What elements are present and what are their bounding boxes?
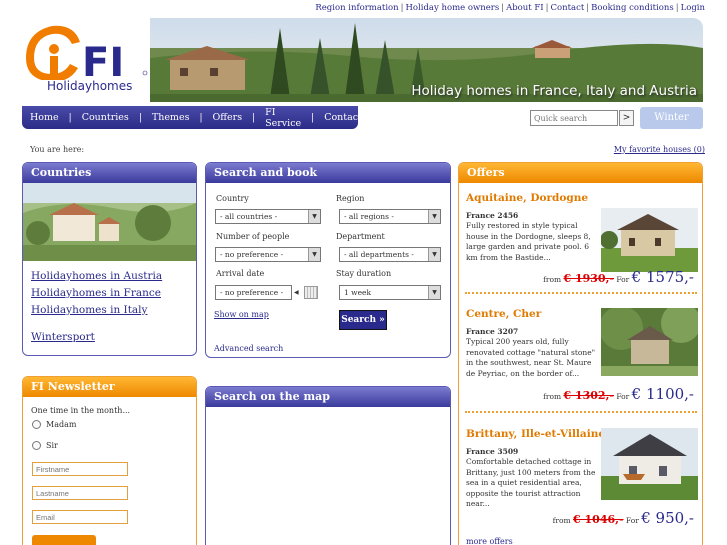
arrival-value: - no preference - [220, 288, 284, 297]
advanced-search-link[interactable]: Advanced search [214, 344, 283, 353]
nav-fi-service[interactable]: FI Service [265, 107, 301, 129]
arrival-date-field[interactable]: - no preference - [215, 285, 292, 300]
country-select[interactable]: - all countries - ▼ [215, 209, 321, 224]
offer-card[interactable]: Brittany, Ille-et-Villaine France 3509 C… [466, 428, 698, 527]
stay-value: 1 week [344, 288, 371, 297]
offers-title: Offers [459, 163, 702, 183]
breadcrumb: You are here: [30, 145, 85, 154]
search-title: Search and book [206, 163, 450, 183]
offer-description: Comfortable detached cottage in Brittany… [466, 457, 596, 509]
radio-madam-circle[interactable] [32, 420, 41, 429]
nav-countries[interactable]: Countries [82, 112, 129, 123]
offer-price: from € 1302,- For € 1100,- [543, 385, 694, 403]
more-offers-link[interactable]: more offers [466, 537, 513, 545]
top-link-booking-conditions[interactable]: Booking conditions [591, 3, 674, 13]
chevron-down-icon: ▼ [428, 248, 440, 261]
banner-tagline: Holiday homes in France, Italy and Austr… [411, 83, 697, 99]
top-link-login[interactable]: Login [681, 3, 705, 13]
top-link-contact[interactable]: Contact [551, 3, 585, 13]
radio-madam-label: Madam [46, 420, 77, 429]
newsletter-send-button[interactable] [32, 535, 96, 545]
offer-card[interactable]: Aquitaine, Dordogne France 2456 Fully re… [466, 192, 698, 286]
divider [465, 292, 697, 294]
countries-title: Countries [23, 163, 196, 183]
offers-panel: Offers Aquitaine, Dordogne France 2456 F… [458, 162, 703, 545]
svg-text:FI: FI [82, 40, 124, 80]
map-panel: Search on the map [205, 386, 451, 545]
top-link-region-info[interactable]: Region information [315, 3, 398, 13]
divider [465, 411, 697, 413]
chevron-down-icon: ▼ [428, 286, 440, 299]
nav-offers[interactable]: Offers [213, 112, 243, 123]
prev-arrow-icon[interactable]: ◀ [294, 289, 299, 296]
fi-logo-icon: FI [26, 25, 148, 80]
top-link-owners[interactable]: Holiday home owners [406, 3, 500, 13]
link-holidayhomes-france[interactable]: Holidayhomes in France [31, 285, 162, 302]
main-nav: Home | Countries | Themes | Offers | FI Serv… [22, 106, 362, 129]
search-button[interactable]: Search » [339, 310, 387, 330]
link-wintersport[interactable]: Wintersport [31, 331, 95, 343]
chevron-down-icon: ▼ [308, 210, 320, 223]
favorite-houses-link[interactable]: My favorite houses (0) [614, 145, 705, 154]
offer-card[interactable]: Centre, Cher France 3207 Typical 200 yea… [466, 308, 698, 403]
radio-sir[interactable]: Sir [32, 441, 58, 450]
lastname-field[interactable] [32, 486, 128, 500]
link-holidayhomes-italy[interactable]: Holidayhomes in Italy [31, 302, 162, 319]
chevron-down-icon: ▼ [308, 248, 320, 261]
stay-duration-select[interactable]: 1 week ▼ [339, 285, 441, 300]
country-label: Country [216, 194, 249, 203]
calendar-icon[interactable] [304, 286, 318, 299]
header-banner: Holiday homes in France, Italy and Austr… [150, 18, 703, 102]
people-select[interactable]: - no preference - ▼ [215, 247, 321, 262]
offer-price: from € 1046,- For € 950,- [552, 509, 694, 527]
quick-search-input[interactable] [530, 110, 618, 126]
house-photo [601, 308, 698, 376]
map-title: Search on the map [206, 387, 450, 407]
radio-madam[interactable]: Madam [32, 420, 76, 429]
region-value: - all regions - [344, 212, 394, 221]
nav-contact[interactable]: Contact [324, 112, 362, 123]
chevron-down-icon: ▼ [428, 210, 440, 223]
region-select[interactable]: - all regions - ▼ [339, 209, 441, 224]
house-photo [601, 208, 698, 272]
offer-description: Fully restored in style typical house in… [466, 221, 591, 262]
department-label: Department [336, 232, 385, 241]
firstname-field[interactable] [32, 462, 128, 476]
people-value: - no preference - [220, 250, 284, 259]
email-field[interactable] [32, 510, 128, 524]
top-link-about[interactable]: About FI [506, 3, 544, 13]
site-logo[interactable]: FI Holidayhomes [22, 18, 150, 100]
brand-name: Holidayhomes [47, 79, 133, 93]
top-links: Region information | Holiday home owners | A… [315, 3, 705, 13]
offer-price: from € 1930,- For € 1575,- [543, 268, 694, 286]
department-value: - all departments - [344, 250, 414, 259]
newsletter-intro: One time in the month... [31, 406, 131, 415]
villa-photo [23, 183, 196, 261]
nav-home[interactable]: Home [30, 112, 59, 123]
people-label: Number of people [216, 232, 290, 241]
winter-button[interactable]: Winter [640, 107, 703, 129]
offer-title[interactable]: Aquitaine, Dordogne [466, 192, 698, 204]
link-holidayhomes-austria[interactable]: Holidayhomes in Austria [31, 268, 162, 285]
search-book-panel: Search and book Country Region - all cou… [205, 162, 451, 358]
house-photo [601, 428, 698, 500]
arrival-label: Arrival date [216, 269, 265, 278]
quick-search-button[interactable]: > [619, 110, 634, 126]
country-value: - all countries - [220, 212, 278, 221]
department-select[interactable]: - all departments - ▼ [339, 247, 441, 262]
offer-description: Typical 200 years old, fully renovated c… [466, 337, 596, 378]
show-on-map-link[interactable]: Show on map [214, 310, 269, 319]
stay-label: Stay duration [336, 269, 392, 278]
countries-panel: Countries Holidayhomes in Austria Holida… [22, 162, 197, 356]
radio-sir-label: Sir [46, 441, 58, 450]
nav-themes[interactable]: Themes [152, 112, 190, 123]
radio-sir-circle[interactable] [32, 441, 41, 450]
newsletter-panel: FI Newsletter One time in the month... M… [22, 376, 197, 545]
region-label: Region [336, 194, 365, 203]
newsletter-title: FI Newsletter [23, 377, 196, 397]
